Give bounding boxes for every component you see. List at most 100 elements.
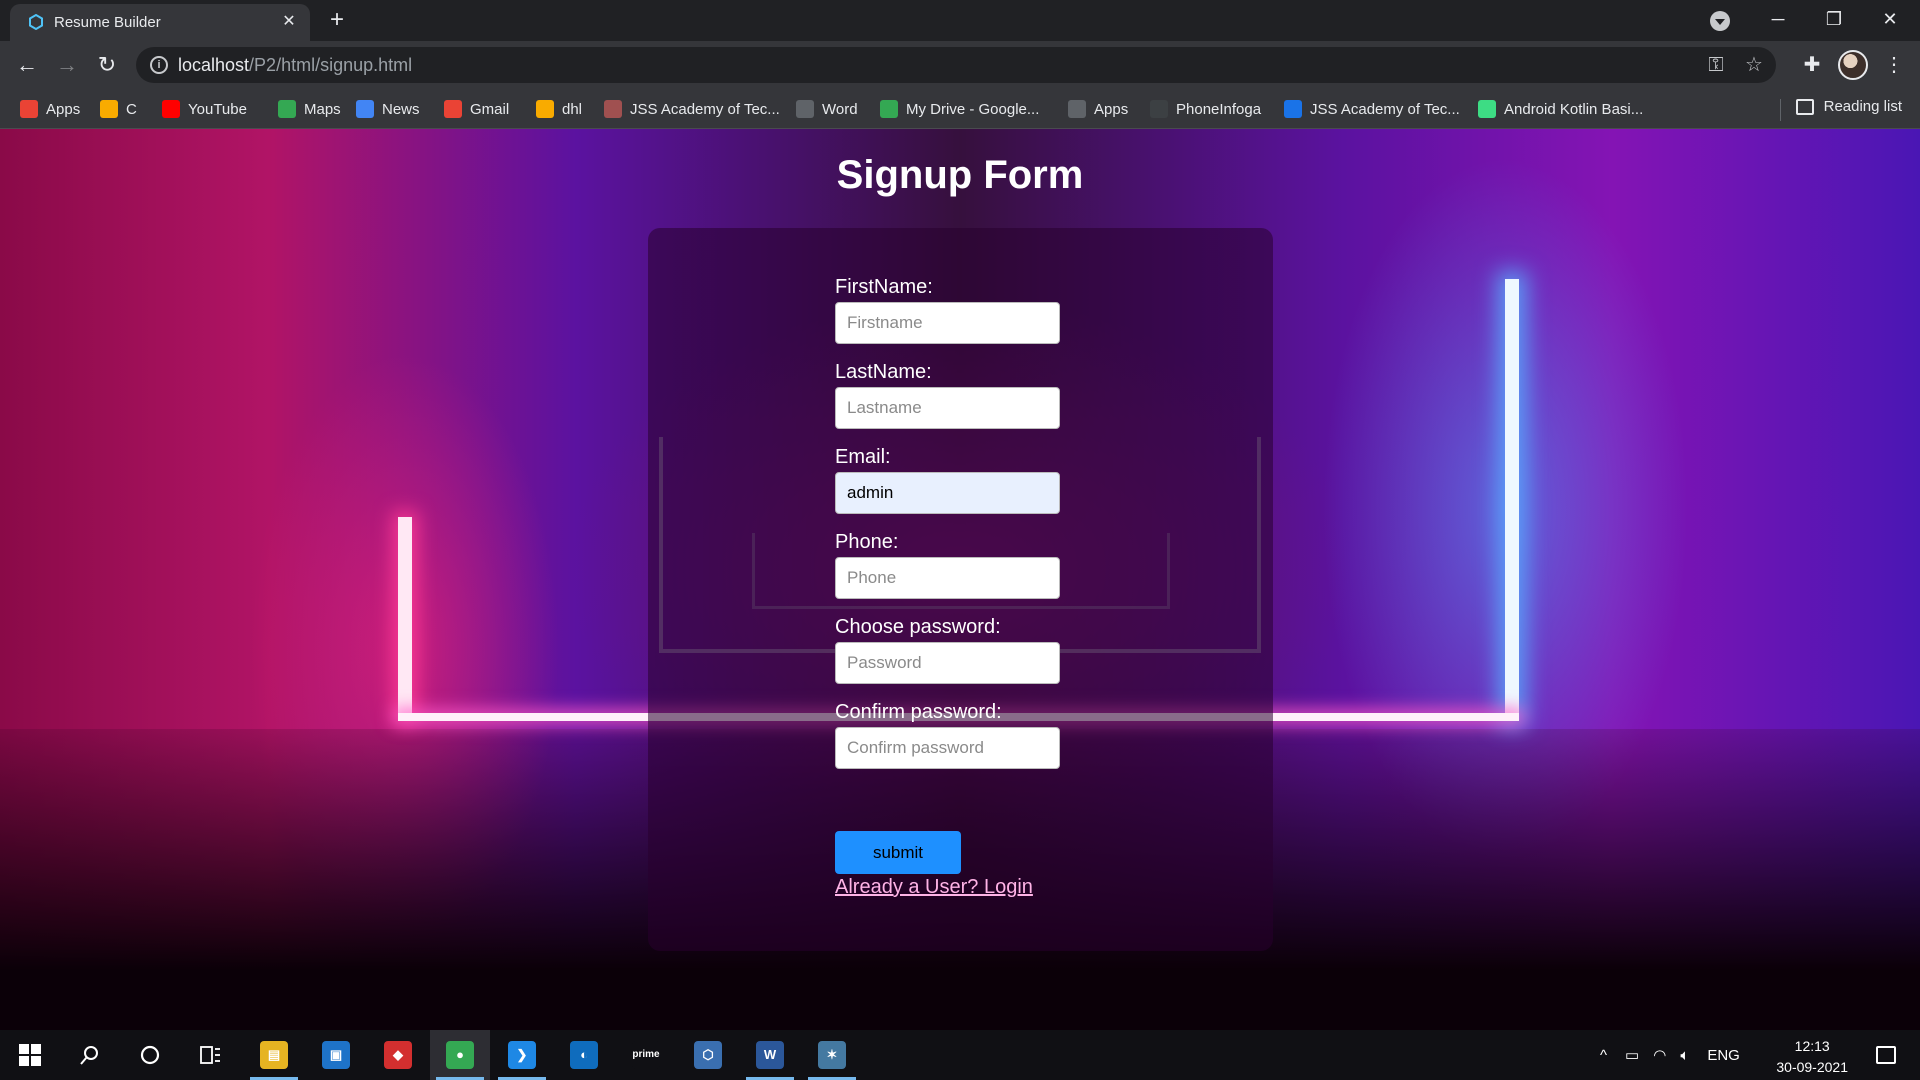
address-bar[interactable]: i localhost/P2/html/signup.html ⚿ ☆ — [136, 47, 1776, 83]
site-info-icon[interactable]: i — [150, 56, 168, 74]
background-neon-right — [1505, 279, 1519, 719]
bookmark-item[interactable]: Maps — [278, 98, 341, 120]
restore-icon[interactable]: ❐ — [1806, 0, 1862, 38]
tab-search-icon[interactable] — [1710, 11, 1730, 31]
page-title: Signup Form — [836, 153, 1084, 197]
url-path: /P2/html/signup.html — [249, 55, 413, 75]
chrome-taskbar-button[interactable]: ● — [430, 1030, 490, 1080]
clock[interactable]: 12:13 30-09-2021 — [1776, 1036, 1848, 1078]
reload-icon[interactable]: ↻ — [91, 49, 123, 81]
forward-arrow-icon[interactable]: → — [51, 49, 83, 81]
close-window-icon[interactable]: ✕ — [1862, 0, 1918, 38]
bookmark-label: dhl — [562, 100, 583, 118]
language-indicator[interactable]: ENG — [1707, 1047, 1740, 1064]
submit-button[interactable]: submit — [835, 831, 961, 874]
phone-label: Phone: — [835, 531, 899, 553]
file-explorer-taskbar-button[interactable]: ▤ — [244, 1030, 304, 1080]
browser-toolbar: ← → ↻ i localhost/P2/html/signup.html ⚿ … — [0, 41, 1920, 89]
start-windows-icon[interactable] — [0, 1030, 60, 1080]
back-arrow-icon[interactable]: ← — [11, 49, 43, 81]
bookmark-item[interactable]: JSS Academy of Tec... — [604, 98, 780, 120]
clock-time: 12:13 — [1794, 1038, 1830, 1054]
bookmark-item[interactable]: News — [356, 98, 420, 120]
bookmark-item[interactable]: Gmail — [444, 98, 509, 120]
bookmark-item[interactable]: Apps — [1068, 98, 1128, 120]
dhl-icon — [536, 100, 554, 118]
bookmark-label: Gmail — [470, 100, 510, 118]
bookmark-item[interactable]: PhoneInfoga — [1150, 98, 1261, 120]
news-icon — [356, 100, 374, 118]
menu-kebab-icon[interactable]: ⋮ — [1880, 51, 1908, 79]
prime-video-icon: prime — [632, 1041, 660, 1069]
bookmark-label: C — [126, 100, 137, 118]
bookmark-item[interactable]: dhl — [536, 98, 582, 120]
key-icon[interactable]: ⚿ — [1704, 53, 1728, 77]
cortana-icon[interactable] — [120, 1030, 180, 1080]
new-tab-icon[interactable]: + — [324, 8, 350, 34]
extensions-puzzle-icon[interactable]: ✚ — [1798, 51, 1826, 79]
notification-center-icon[interactable] — [1876, 1046, 1896, 1064]
cortana-circle-icon — [140, 1045, 160, 1065]
edge-icon: ◐ — [570, 1041, 598, 1069]
phone-input[interactable] — [835, 557, 1060, 599]
url-text: localhost/P2/html/signup.html — [178, 55, 412, 76]
reading-list-icon — [1795, 98, 1814, 115]
s-logo-icon — [1284, 100, 1302, 118]
chrome-icon: ● — [446, 1041, 474, 1069]
password-input[interactable] — [835, 642, 1060, 684]
tab-title: Resume Builder — [54, 14, 161, 31]
bookmark-label: Android Kotlin Basi... — [1504, 100, 1644, 118]
browser-tab[interactable]: Resume Builder ✕ — [10, 4, 310, 41]
bookmark-label: Apps — [1094, 100, 1129, 118]
minimize-icon[interactable]: ─ — [1750, 0, 1806, 38]
lastname-input[interactable] — [835, 387, 1060, 429]
store-taskbar-button[interactable]: ▣ — [306, 1030, 366, 1080]
windows-logo-icon — [19, 1044, 41, 1066]
edge-taskbar-button[interactable]: ◐ — [554, 1030, 614, 1080]
word-icon: W — [756, 1041, 784, 1069]
system-tray: ^ ▭ ◠ 🔈︎ ENG — [1600, 1030, 1740, 1080]
windows-taskbar: ▤ ▣ ◆ ● ❯ ◐ prime ⬡ W ✶ ^ ▭ ◠ 🔈︎ ENG 12:13 30-09-… — [0, 1030, 1920, 1080]
file-explorer-icon: ▤ — [260, 1041, 288, 1069]
tray-chevron-icon[interactable]: ^ — [1600, 1047, 1607, 1064]
task-view-icon[interactable] — [180, 1030, 240, 1080]
page-viewport: Signup Form FirstName: LastName: Email: … — [0, 129, 1920, 1030]
virtualbox-taskbar-button[interactable]: ⬡ — [678, 1030, 738, 1080]
bookmark-label: JSS Academy of Tec... — [1310, 100, 1460, 118]
youtube-icon — [162, 100, 180, 118]
search-icon[interactable] — [60, 1030, 120, 1080]
volume-icon[interactable]: 🔈︎ — [1680, 1047, 1689, 1064]
battery-icon[interactable]: ▭ — [1625, 1046, 1639, 1064]
vscode-taskbar-button[interactable]: ❯ — [492, 1030, 552, 1080]
word-taskbar-button[interactable]: W — [740, 1030, 800, 1080]
bookmark-label: My Drive - Google... — [906, 100, 1040, 118]
firstname-label: FirstName: — [835, 276, 933, 298]
store-icon: ▣ — [322, 1041, 350, 1069]
c-bookmark-icon — [100, 100, 118, 118]
star-bookmark-icon[interactable]: ☆ — [1742, 53, 1766, 77]
confirm-password-input[interactable] — [835, 727, 1060, 769]
login-link[interactable]: Already a User? Login — [835, 876, 1033, 899]
bookmark-item[interactable]: C — [100, 98, 137, 120]
mysql-workbench-taskbar-button[interactable]: ✶ — [802, 1030, 862, 1080]
confirm-password-label: Confirm password: — [835, 701, 1002, 723]
bookmark-item[interactable]: Word — [796, 98, 858, 120]
lastname-label: LastName: — [835, 361, 932, 383]
page-favicon-icon — [29, 14, 43, 30]
bookmark-item[interactable]: JSS Academy of Tec... — [1284, 98, 1460, 120]
bookmark-item[interactable]: Android Kotlin Basi... — [1478, 98, 1643, 120]
signup-form: FirstName: LastName: Email: Phone: Choos… — [648, 228, 1273, 951]
bookmark-item[interactable]: Apps — [20, 98, 80, 120]
bookmark-item[interactable]: My Drive - Google... — [880, 98, 1039, 120]
wifi-icon[interactable]: ◠ — [1653, 1046, 1666, 1064]
firstname-input[interactable] — [835, 302, 1060, 344]
phoneinfoga-icon — [1150, 100, 1168, 118]
profile-avatar[interactable] — [1838, 50, 1868, 80]
bookmark-item[interactable]: YouTube — [162, 98, 247, 120]
anydesk-taskbar-button[interactable]: ◆ — [368, 1030, 428, 1080]
bookmark-label: Maps — [304, 100, 341, 118]
email-input[interactable] — [835, 472, 1060, 514]
prime-video-taskbar-button[interactable]: prime — [616, 1030, 676, 1080]
reading-list-button[interactable]: Reading list — [1795, 98, 1902, 115]
close-tab-icon[interactable]: ✕ — [278, 11, 300, 33]
